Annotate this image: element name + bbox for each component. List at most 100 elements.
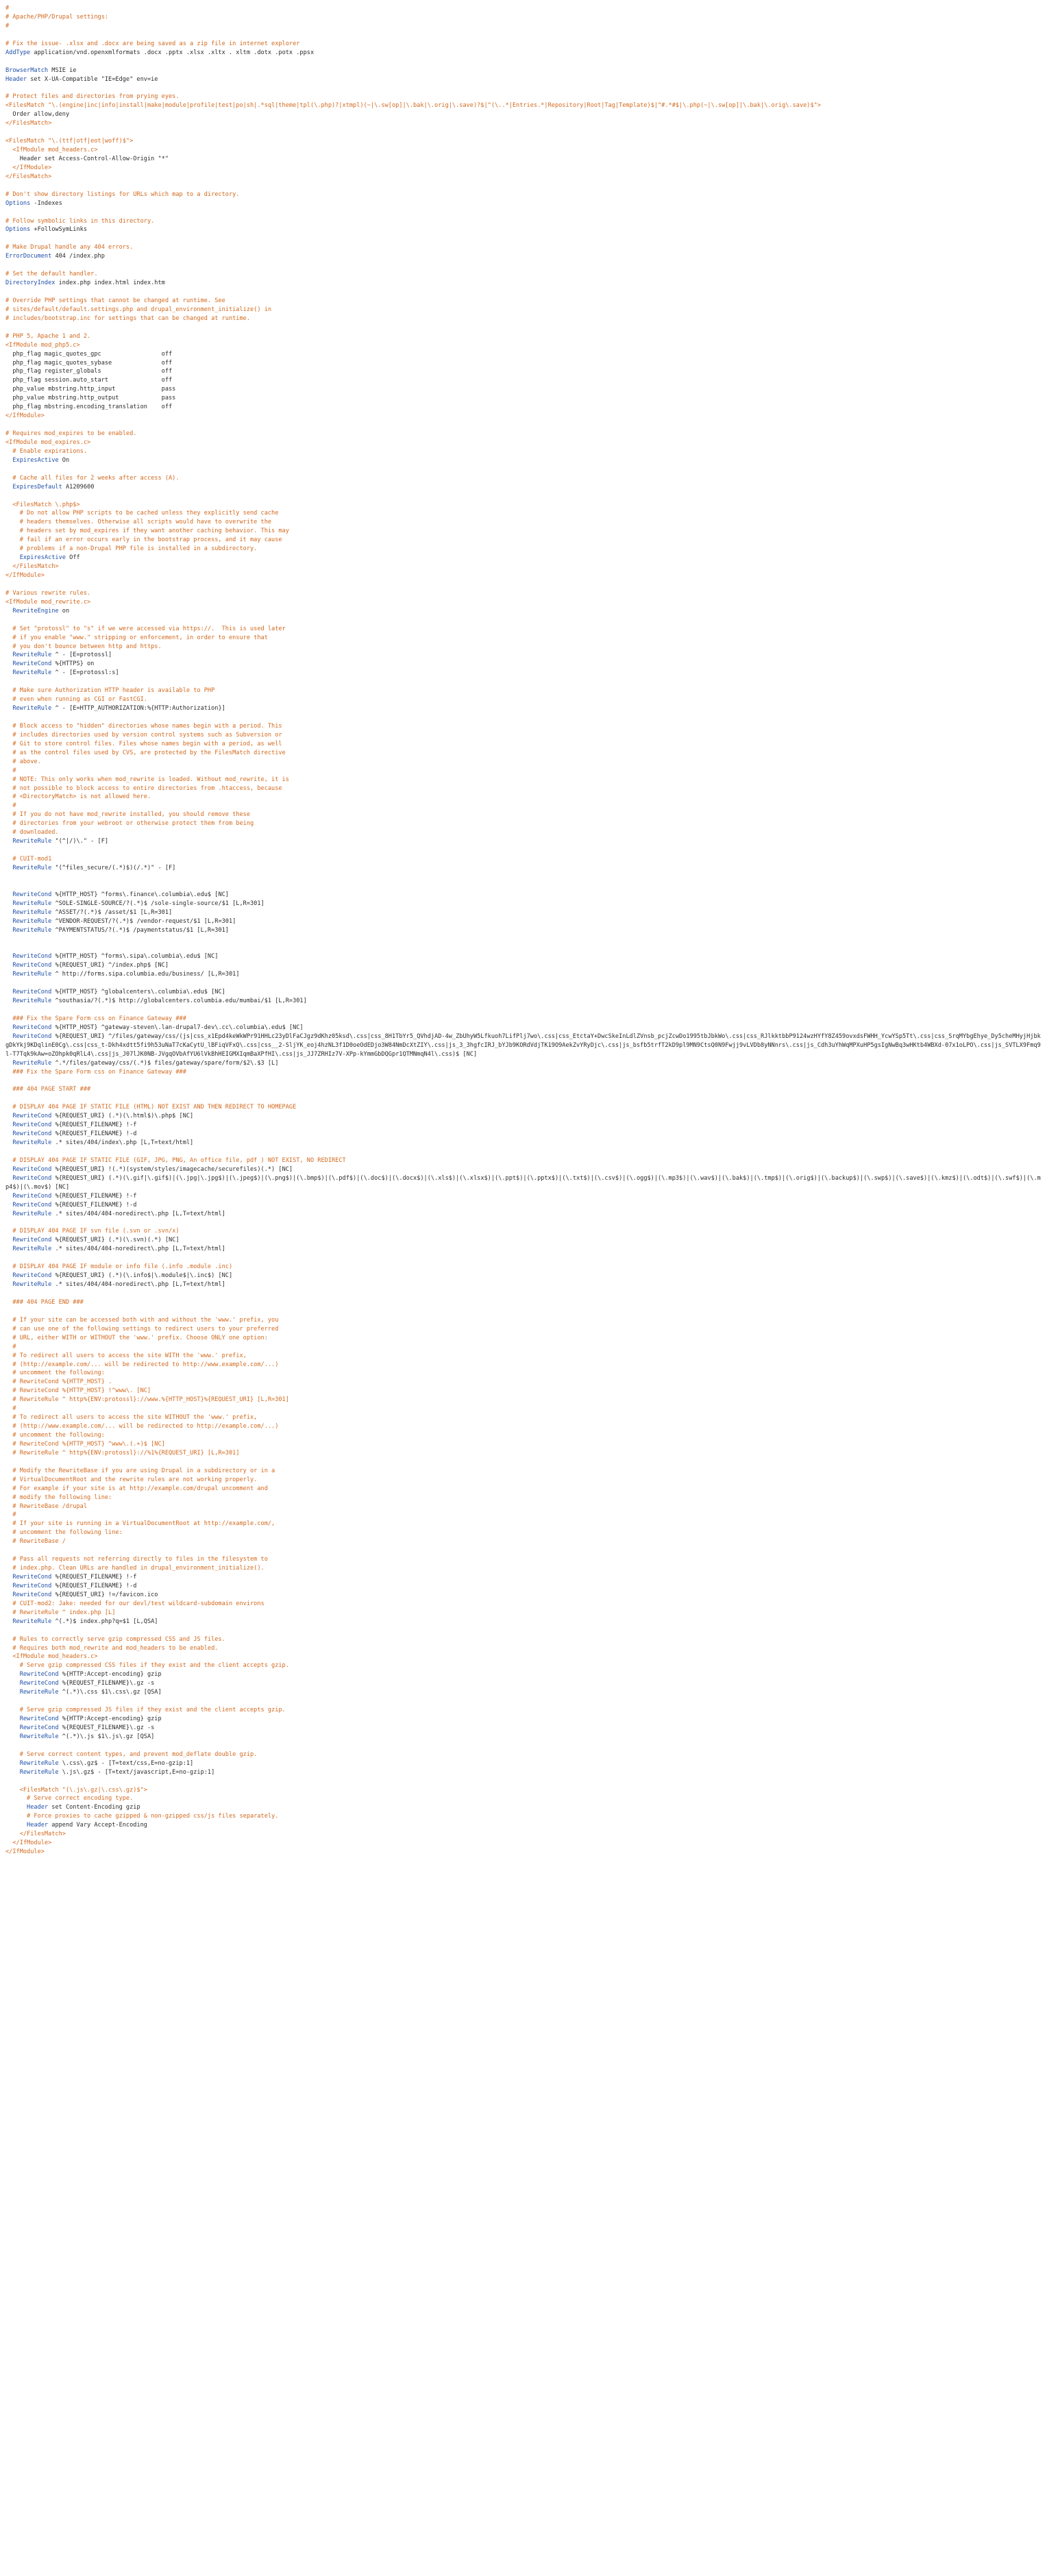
- comment-line: # Apache/PHP/Drupal settings:: [5, 13, 1042, 22]
- comment-text: # Apache/PHP/Drupal settings:: [5, 13, 109, 21]
- directive-line: RewriteRule ^ - [E=HTTP_AUTHORIZATION:%{…: [5, 704, 1042, 713]
- directive-line: RewriteCond %{REQUEST_URI} !=/favicon.ic…: [5, 1591, 1042, 1600]
- comment-line: # Override PHP settings that cannot be c…: [5, 297, 1042, 306]
- directive-line: RewriteCond %{REQUEST_URI} (.*)(\.gif|\.…: [5, 1174, 1042, 1192]
- comment-text: # For example if your site is at http://…: [5, 1485, 268, 1492]
- directive-value: 404 /index.php: [51, 253, 105, 260]
- directive-value: %{HTTP:Accept-encoding} gzip: [58, 1716, 162, 1723]
- directive-value: %{HTTP_HOST} ^forms\.finance\.columbia\.…: [51, 891, 229, 898]
- comment-line: # index.php. Clean URLs are handled in d…: [5, 1564, 1042, 1573]
- setting-line: php_flag register_globals off: [5, 367, 1042, 376]
- section-tag-line: <IfModule mod_headers.c>: [5, 1652, 1042, 1661]
- directive-line: RewriteRule \.css\.gz$ - [T=text/css,E=n…: [5, 1759, 1042, 1768]
- comment-text: # (http://www.example.com/... will be re…: [5, 1423, 279, 1431]
- directive-value: application/vnd.openxmlformats .docx .pp…: [30, 49, 315, 56]
- directive-line: RewriteCond %{HTTPS} on: [5, 660, 1042, 669]
- comment-text: # RewriteRule ^ http%{ENV:protossl}://ww…: [5, 1396, 289, 1404]
- directive-line: Options +FollowSymLinks: [5, 225, 1042, 234]
- directive-value: %{REQUEST_URI} ^/index.php$ [NC]: [51, 962, 169, 969]
- section-tag: <FilesMatch "\.(engine|inc|info|install|…: [5, 102, 821, 110]
- section-tag: <FilesMatch \.php$>: [5, 501, 80, 508]
- comment-text: # Requires both mod_rewrite and mod_head…: [5, 1644, 219, 1652]
- directive-value: "(^files_secure/(.*)$)(/.*)" - [F]: [51, 864, 176, 871]
- directive-value: %{REQUEST_URI} (.*)(\.info$|\.module$|\.…: [51, 1272, 233, 1280]
- directive-keyword: RewriteCond: [5, 1582, 52, 1589]
- comment-text: # Serve gzip compressed JS files if they…: [5, 1707, 286, 1714]
- directive-value: ^ - [E=HTTP_AUTHORIZATION:%{HTTP:Authori…: [51, 705, 225, 713]
- comment-line: ### Fix the Spare Form css on Finance Ga…: [5, 1068, 1042, 1077]
- directive-keyword: RewriteCond: [5, 1192, 52, 1200]
- directive-line: RewriteRule ^VENDOR-REQUEST/?(.*)$ /vend…: [5, 917, 1042, 926]
- comment-line: # Requires mod_expires to be enabled.: [5, 430, 1042, 438]
- comment-text: # RewriteCond %{HTTP_HOST} ^www\.(.+)$ […: [5, 1440, 165, 1448]
- comment-text: # Protect files and directories from pry…: [5, 93, 180, 101]
- comment-line: # If your site is running in a VirtualDo…: [5, 1520, 1042, 1528]
- comment-text: # If your site can be accessed both with…: [5, 1316, 279, 1324]
- directive-keyword: RewriteRule: [5, 1733, 59, 1740]
- section-tag: <IfModule mod_expires.c>: [5, 438, 91, 446]
- comment-line: # modify the following line:: [5, 1494, 1042, 1502]
- comment-line: #: [5, 4, 1042, 13]
- directive-value: %{HTTPS} on: [51, 660, 95, 668]
- comment-text: #: [5, 802, 16, 810]
- directive-keyword: RewriteCond: [5, 1122, 52, 1129]
- comment-line: # If you do not have mod_rewrite install…: [5, 810, 1042, 819]
- directive-keyword: RewriteCond: [5, 1671, 59, 1679]
- comment-line: # RewriteRule ^ http%{ENV:protossl}://%1…: [5, 1449, 1042, 1458]
- comment-text: #: [5, 22, 10, 29]
- directive-value: \.css\.gz$ - [T=text/css,E=no-gzip:1]: [58, 1759, 194, 1767]
- directive-value: %{REQUEST_URI} (.*)(\.gif|\.gif$)|(\.jpg…: [5, 1174, 1041, 1191]
- setting-text: Order allow,deny: [5, 111, 70, 119]
- directive-value: ^VENDOR-REQUEST/?(.*)$ /vendor-request/$…: [51, 917, 236, 925]
- directive-line: RewriteCond %{HTTP_HOST} ^forms\.sipa\.c…: [5, 952, 1042, 961]
- comment-text: #: [5, 5, 10, 12]
- directive-line: RewriteRule ^(.*)\.css $1\.css\.gz [QSA]: [5, 1688, 1042, 1697]
- comment-text: # RewriteBase /: [5, 1538, 66, 1546]
- directive-line: BrowserMatch MSIE ie: [5, 66, 1042, 75]
- comment-text: # Do not allow PHP scripts to be cached …: [5, 510, 279, 517]
- directive-keyword: Options: [5, 199, 31, 207]
- comment-line: # DISPLAY 404 PAGE IF module or info fil…: [5, 1263, 1042, 1272]
- section-tag: </IfModule>: [5, 412, 45, 420]
- directive-keyword: RewriteRule: [5, 838, 52, 845]
- setting-text: php_flag session.auto_start off: [5, 377, 173, 384]
- comment-line: # uncomment the following:: [5, 1431, 1042, 1440]
- comment-text: # Requires mod_expires to be enabled.: [5, 430, 137, 437]
- comment-line: # fail if an error occurs early in the b…: [5, 536, 1042, 545]
- directive-keyword: RewriteCond: [5, 1591, 52, 1598]
- comment-line: # downloaded.: [5, 828, 1042, 837]
- directive-keyword: RewriteCond: [5, 1272, 52, 1280]
- comment-line: # URL, either WITH or WITHOUT the 'www.'…: [5, 1334, 1042, 1343]
- directive-value: %{REQUEST_URI} !=/favicon.ico: [51, 1591, 158, 1598]
- directive-line: RewriteCond %{REQUEST_URI} !(.*)(system/…: [5, 1165, 1042, 1174]
- comment-text: # Set the default handler.: [5, 271, 98, 278]
- section-tag-line: <IfModule mod_expires.c>: [5, 438, 1042, 447]
- comment-text: # above.: [5, 758, 41, 765]
- comment-text: # if you enable "www." stripping or enfo…: [5, 634, 268, 641]
- section-tag-line: </IfModule>: [5, 1848, 1042, 1857]
- comment-text: # Make sure Authorization HTTP header is…: [5, 687, 215, 695]
- directive-value: on: [58, 607, 70, 615]
- directive-line: RewriteRule "(^files_secure/(.*)$)(/.*)"…: [5, 864, 1042, 873]
- comment-text: # (http://example.com/... will be redire…: [5, 1361, 279, 1368]
- section-tag: <FilesMatch "(\.js\.gz|\.css\.gz)$">: [5, 1786, 147, 1794]
- directive-line: Header set Content-Encoding gzip: [5, 1803, 1042, 1812]
- comment-line: # To redirect all users to access the si…: [5, 1413, 1042, 1422]
- directive-value: set X-UA-Compatible "IE=Edge" env=ie: [27, 75, 158, 83]
- setting-text: php_value mbstring.http_output pass: [5, 395, 176, 402]
- comment-line: # Requires both mod_rewrite and mod_head…: [5, 1644, 1042, 1653]
- section-tag-line: <FilesMatch "\.(engine|inc|info|install|…: [5, 101, 1042, 110]
- comment-line: # not possible to block access to entire…: [5, 784, 1042, 793]
- directive-value: %{REQUEST_URI} !(.*)(system/styles/image…: [51, 1165, 293, 1173]
- directive-line: RewriteCond %{REQUEST_FILENAME}\.gz -s: [5, 1679, 1042, 1688]
- section-tag-line: <IfModule mod_php5.c>: [5, 341, 1042, 350]
